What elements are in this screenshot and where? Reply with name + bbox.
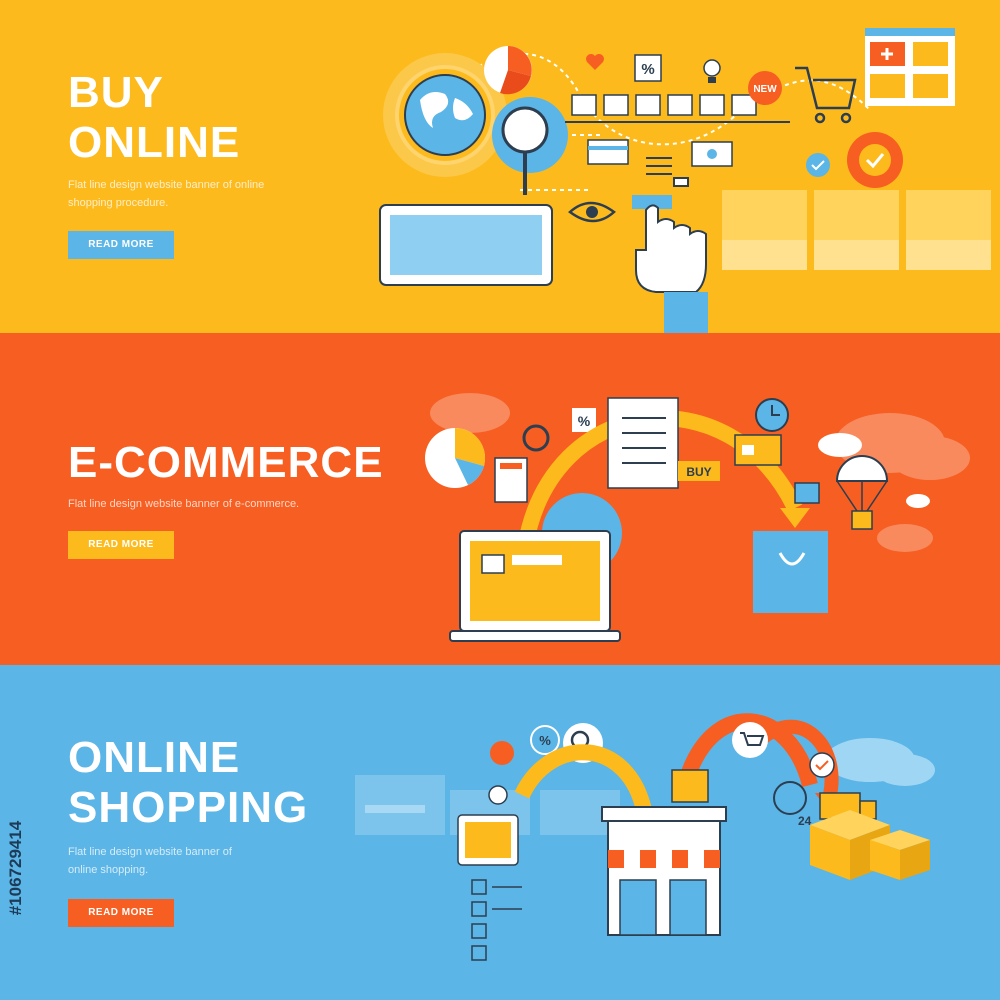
hand-pointer-icon: [632, 195, 708, 333]
buy-tag: BUY: [678, 461, 720, 481]
clock-icon: [755, 398, 789, 432]
svg-text:%: %: [578, 413, 591, 429]
online-shopping-illustration: % 24: [355, 713, 935, 961]
description-line-1: Flat line design website banner of e-com…: [68, 498, 300, 510]
cloud-icon: [825, 738, 935, 786]
shopping-cart-icon: [732, 722, 768, 758]
read-more-button[interactable]: READ MORE: [68, 899, 174, 927]
box-icon: [810, 810, 930, 880]
banner-title: E-COMMERCE: [68, 438, 384, 488]
credit-card-icon: [734, 434, 782, 466]
new-badge: NEW: [748, 71, 782, 105]
store-icon: [601, 806, 727, 936]
description-line-2: online shopping.: [68, 864, 149, 876]
lightbulb-icon: [703, 59, 721, 83]
banner-buy-online: BUY ONLINE Flat line design website bann…: [0, 0, 1000, 333]
buy-online-illustration: % NEW: [379, 28, 991, 333]
lightbulb-icon: [488, 785, 508, 805]
clock-icon: 24: [773, 781, 812, 828]
checklist-icon: [607, 397, 679, 489]
shopping-cart-icon: [795, 66, 857, 124]
shopping-bag-icon: [753, 531, 828, 613]
globe-icon: [404, 74, 486, 156]
heart-icon: [586, 54, 604, 70]
percent-badge: %: [530, 725, 560, 755]
title-line-1: E-COMMERCE: [68, 438, 384, 487]
gift-icon: [794, 482, 820, 504]
title-line-1: BUY: [68, 68, 164, 117]
svg-text:%: %: [641, 61, 654, 78]
keyboard-icon: [379, 204, 553, 286]
gear-icon: [522, 424, 550, 452]
svg-text:%: %: [539, 733, 551, 748]
laptop-icon: [449, 530, 621, 642]
check-icon: [809, 752, 835, 778]
banner-description: Flat line design website banner of onlin…: [68, 176, 328, 212]
gift-icon: [571, 94, 757, 116]
description-line-1: Flat line design website banner of onlin…: [68, 179, 265, 191]
svg-text:BUY: BUY: [686, 465, 711, 479]
checklist-icon: [471, 879, 522, 961]
read-more-button[interactable]: READ MORE: [68, 531, 174, 559]
tablet-icon: [457, 814, 519, 866]
product-grid-window: [865, 28, 955, 106]
description-line-2: shopping procedure.: [68, 197, 169, 209]
pie-chart-icon: [425, 427, 486, 488]
banner-description: Flat line design website banner of onlin…: [68, 843, 328, 879]
banner-e-commerce: E-COMMERCE Flat line design website bann…: [0, 333, 1000, 665]
banner-title: ONLINE SHOPPING: [68, 733, 308, 833]
heart-icon: [490, 741, 514, 765]
title-line-2: ONLINE: [68, 118, 241, 167]
document-icon: [494, 457, 528, 503]
read-more-button[interactable]: READ MORE: [68, 231, 174, 259]
window-icon: [671, 769, 709, 803]
e-commerce-illustration: % BUY: [425, 393, 970, 642]
percent-badge: %: [634, 54, 662, 82]
percent-badge: %: [572, 408, 596, 432]
pie-chart-icon: [484, 46, 532, 95]
eye-icon: [568, 201, 616, 223]
stock-image-id: #106729414: [4, 738, 28, 998]
banner-description: Flat line design website banner of e-com…: [68, 495, 368, 513]
title-line-2: SHOPPING: [68, 783, 309, 832]
banner-online-shopping: ONLINE SHOPPING Flat line design website…: [0, 665, 1000, 1000]
product-cards: [722, 190, 991, 270]
svg-text:NEW: NEW: [753, 84, 777, 95]
parachute-icon: [835, 455, 889, 530]
description-line-1: Flat line design website banner of: [68, 846, 232, 858]
stock-id-text: #106729414: [6, 820, 25, 916]
receipt-icon: [646, 157, 689, 187]
svg-text:24: 24: [798, 814, 812, 828]
banner-title: BUY ONLINE: [68, 68, 240, 168]
magnifier-icon: [492, 97, 568, 195]
title-line-1: ONLINE: [68, 733, 241, 782]
gear-icon: [847, 132, 903, 188]
